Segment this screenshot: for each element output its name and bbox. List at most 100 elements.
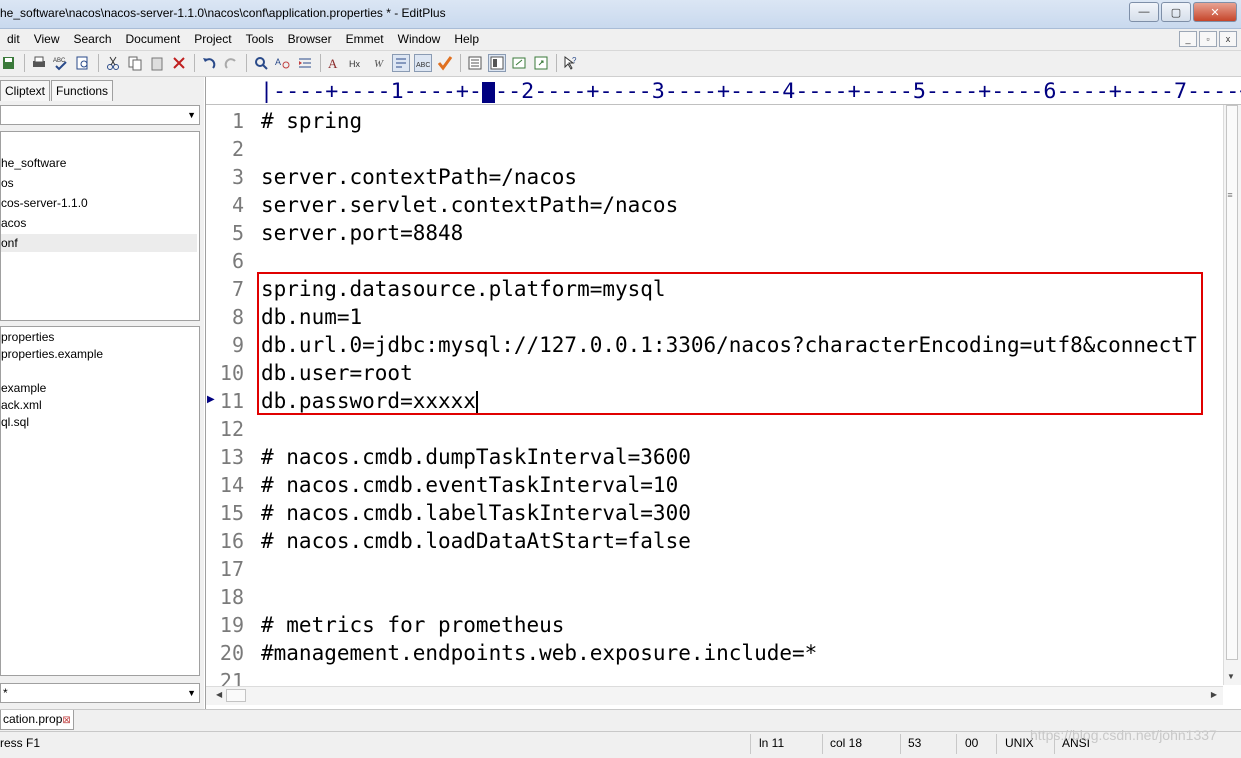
menu-item[interactable]: Emmet [339,31,391,48]
spell-check-icon[interactable]: ABC [52,54,70,72]
column-mode-icon[interactable]: ABC [414,54,432,72]
browser-preview-icon[interactable] [532,54,550,72]
scroll-left-arrow-icon[interactable]: ◀ [216,690,222,699]
new-window-icon[interactable] [510,54,528,72]
status-divider [750,734,751,754]
redo-icon[interactable] [222,54,240,72]
horizontal-scrollbar[interactable]: ◀ ▶ [206,686,1223,705]
document-tab[interactable]: cation.prop⊠ [0,710,74,730]
file-list-item[interactable]: properties [1,329,54,346]
column-ruler: |----+----1----+----2----+----3----+----… [206,77,1241,105]
close-tab-icon[interactable]: ⊠ [62,715,70,726]
italic-icon[interactable]: W [370,54,388,72]
file-list-item[interactable]: ack.xml [1,397,42,414]
line-number: 8 [231,305,244,329]
menu-item[interactable]: Project [187,31,238,48]
full-screen-icon[interactable] [488,54,506,72]
toolbar-separator [98,54,99,72]
menu-item[interactable]: Document [119,31,188,48]
code-line[interactable]: server.port=8848 [261,221,463,245]
status-line: ln 11 [759,736,785,750]
mdi-restore-button[interactable]: ▫ [1199,31,1217,47]
scroll-down-arrow-icon[interactable]: ▼ [1227,672,1235,681]
find-icon[interactable] [252,54,270,72]
maximize-button[interactable]: ▢ [1161,2,1191,22]
close-button[interactable]: ✕ [1193,2,1237,22]
tree-item[interactable]: onf [1,234,197,252]
directory-tree: he_softwareos cos-server-1.1.0 acos onf [0,131,200,321]
horizontal-scroll-thumb[interactable] [226,689,246,702]
status-divider [900,734,901,754]
mdi-close-button[interactable]: x [1219,31,1237,47]
code-line[interactable]: # nacos.cmdb.eventTaskInterval=10 [261,473,678,497]
toolbar-separator [556,54,557,72]
file-list-item[interactable]: ql.sql [1,414,29,431]
file-list-item[interactable]: properties.example [1,346,103,363]
line-number: 5 [231,221,244,245]
left-panel: Cliptext Functions ▼ he_softwareos cos-se… [0,77,204,709]
word-wrap-icon[interactable] [392,54,410,72]
menu-item[interactable]: Window [391,31,448,48]
file-filter-select[interactable]: * ▼ [0,683,200,703]
scroll-right-arrow-icon[interactable]: ▶ [1211,690,1217,699]
code-line[interactable]: # metrics for prometheus [261,613,564,637]
status-divider [822,734,823,754]
svg-text:Hx: Hx [349,59,360,69]
menu-item[interactable]: Browser [281,31,339,48]
directory-select[interactable]: ▼ [0,105,200,125]
line-number: 20 [219,641,244,665]
menu-item[interactable]: Tools [239,31,281,48]
line-number: 14 [219,473,244,497]
file-list-item[interactable]: example [1,380,46,397]
font-icon[interactable]: A [326,54,344,72]
toolbar-separator [460,54,461,72]
code-line[interactable]: #management.endpoints.web.exposure.inclu… [261,641,817,665]
delete-icon[interactable] [170,54,188,72]
toolbar: ABC A A Hx W ABC ? [0,51,1241,77]
tree-item[interactable]: cos-server-1.1.0 [1,194,197,212]
replace-icon[interactable]: A [274,54,292,72]
mdi-minimize-button[interactable]: _ [1179,31,1197,47]
tree-item[interactable]: acos [1,214,197,232]
line-number: 7 [231,277,244,301]
line-number: 12 [219,417,244,441]
vertical-scrollbar[interactable]: ≡ ▼ [1223,105,1241,685]
title-bar: he_software\nacos\nacos-server-1.1.0\nac… [0,0,1241,29]
tree-item[interactable]: he_software [1,154,197,172]
menu-item[interactable]: Search [66,31,118,48]
check-icon[interactable] [436,54,454,72]
code-line[interactable]: # nacos.cmdb.dumpTaskInterval=3600 [261,445,691,469]
outline-icon[interactable] [466,54,484,72]
cut-icon[interactable] [104,54,122,72]
copy-icon[interactable] [126,54,144,72]
menu-item[interactable]: View [27,31,67,48]
svg-text:A: A [328,56,338,71]
ruler-caret-marker [482,82,495,103]
vertical-scroll-thumb[interactable] [1226,105,1238,660]
toolbar-buttons: ABC A A Hx W ABC ? [0,54,584,72]
code-line[interactable]: # spring [261,109,362,133]
undo-icon[interactable] [200,54,218,72]
code-line[interactable]: server.servlet.contextPath=/nacos [261,193,678,217]
paste-icon[interactable] [148,54,166,72]
help-cursor-icon[interactable]: ? [562,54,580,72]
code-line[interactable]: # nacos.cmdb.loadDataAtStart=false [261,529,691,553]
indent-icon[interactable] [296,54,314,72]
html-icon[interactable]: Hx [348,54,366,72]
code-line[interactable]: # nacos.cmdb.labelTaskInterval=300 [261,501,691,525]
menu-item[interactable]: Help [447,31,486,48]
code-line[interactable]: server.contextPath=/nacos [261,165,577,189]
minimize-button[interactable]: — [1129,2,1159,22]
status-char-count: 53 [908,736,922,750]
tab-cliptext[interactable]: Cliptext [0,80,51,101]
find-in-files-icon[interactable] [74,54,92,72]
line-number: 18 [219,585,244,609]
window-title: he_software\nacos\nacos-server-1.1.0\nac… [0,6,446,20]
line-number: 6 [231,249,244,273]
tab-functions[interactable]: Functions [51,80,114,101]
mdi-controls: _ ▫ x [1179,31,1237,47]
save-all-icon[interactable] [0,54,18,72]
menu-item[interactable]: dit [0,31,27,48]
print-icon[interactable] [30,54,48,72]
tree-item[interactable]: os [1,174,197,192]
